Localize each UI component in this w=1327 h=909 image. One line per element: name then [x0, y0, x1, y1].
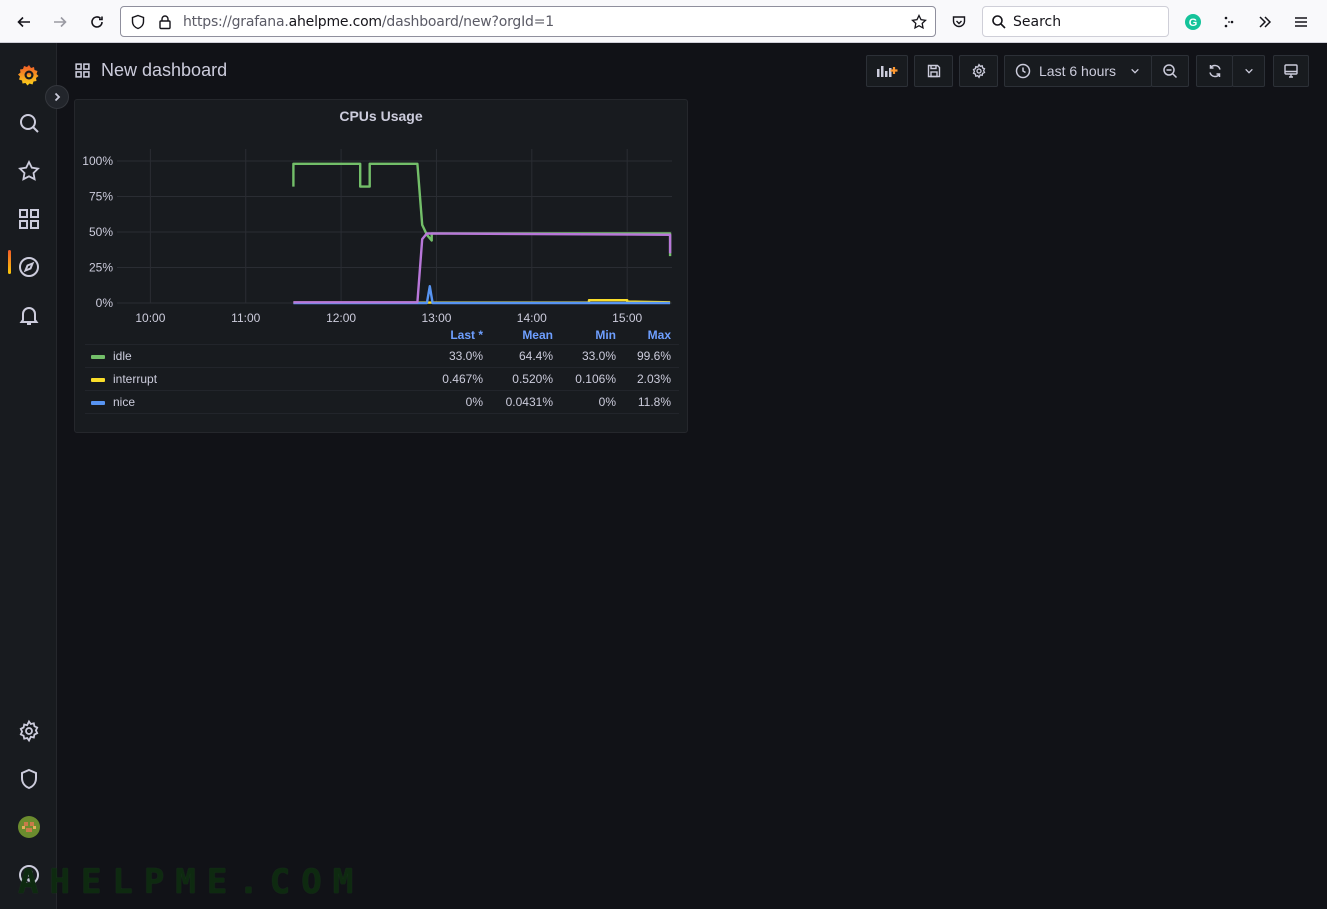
- y-tick-label: 25%: [89, 261, 113, 275]
- x-tick-label: 11:00: [231, 311, 260, 325]
- legend-row-idle[interactable]: idle 33.0% 64.4% 33.0% 99.6%: [85, 344, 679, 368]
- grammarly-icon[interactable]: G: [1179, 8, 1207, 36]
- legend-value: 33.0%: [448, 349, 483, 363]
- legend-value: 99.6%: [636, 349, 671, 363]
- y-tick-label: 75%: [89, 190, 113, 204]
- pocket-icon[interactable]: [945, 8, 973, 36]
- legend-swatch[interactable]: [91, 355, 105, 359]
- legend-series-name[interactable]: nice: [113, 395, 135, 409]
- chevron-right-icon: [54, 92, 61, 102]
- refresh-button[interactable]: [1196, 55, 1233, 87]
- hamburger-menu-icon[interactable]: [1287, 8, 1315, 36]
- configuration-icon[interactable]: [17, 719, 41, 743]
- legend-series-name[interactable]: idle: [113, 349, 132, 363]
- search-placeholder: Search: [1013, 14, 1062, 30]
- save-icon: [927, 64, 940, 78]
- shield-icon[interactable]: [130, 14, 146, 30]
- view-mode-button[interactable]: [1273, 55, 1309, 87]
- legend-value: 0.467%: [442, 372, 483, 386]
- zoom-out-icon: [1163, 64, 1178, 79]
- add-panel-icon: [877, 66, 898, 77]
- page-title[interactable]: New dashboard: [101, 60, 227, 81]
- x-tick-label: 14:00: [517, 311, 547, 325]
- reload-icon[interactable]: [83, 8, 111, 36]
- alerting-icon[interactable]: [17, 303, 41, 327]
- forward-icon[interactable]: [46, 8, 74, 36]
- dashboards-icon[interactable]: [17, 207, 41, 231]
- expand-menu-button[interactable]: [45, 85, 69, 109]
- y-tick-label: 100%: [82, 154, 113, 168]
- side-menu: [0, 43, 57, 909]
- legend-value: 64.4%: [518, 349, 553, 363]
- refresh-interval-dropdown[interactable]: [1232, 55, 1265, 87]
- gear-icon: [972, 63, 985, 79]
- time-range-label: Last 6 hours: [1039, 63, 1117, 79]
- back-icon[interactable]: [10, 8, 38, 36]
- shield-icon[interactable]: [17, 767, 41, 791]
- refresh-icon: [1208, 64, 1221, 78]
- watermark: AHELPME.COM: [18, 862, 365, 902]
- legend-value: 11.8%: [637, 395, 671, 409]
- time-range-picker[interactable]: Last 6 hours: [1004, 55, 1152, 87]
- address-bar[interactable]: https://grafana.ahelpme.com/dashboard/ne…: [120, 6, 936, 37]
- series-line-idle: [292, 162, 672, 257]
- legend-value: 0.520%: [512, 372, 553, 386]
- legend-swatch[interactable]: [91, 378, 105, 382]
- save-dashboard-button[interactable]: [914, 55, 953, 87]
- x-tick-label: 10:00: [135, 311, 165, 325]
- dashboards-icon: [75, 63, 90, 78]
- add-panel-button[interactable]: [866, 55, 908, 87]
- lock-icon[interactable]: [157, 14, 173, 30]
- y-tick-label: 0%: [96, 296, 114, 310]
- avatar[interactable]: [17, 815, 41, 839]
- search-icon[interactable]: [17, 111, 41, 135]
- overflow-chevron-icon[interactable]: [1251, 8, 1279, 36]
- y-tick-label: 50%: [89, 225, 113, 239]
- legend-header-mean[interactable]: Mean: [483, 328, 553, 342]
- cpu-usage-panel[interactable]: CPUs Usage 0% 25% 50% 75% 100% 10:00 11:00 12:0…: [74, 99, 688, 433]
- active-indicator: [8, 250, 11, 274]
- extension-icon[interactable]: [1215, 8, 1243, 36]
- monitor-icon: [1284, 64, 1298, 78]
- legend-value: 0.0431%: [505, 395, 553, 409]
- grafana-logo-icon[interactable]: [17, 63, 41, 87]
- legend-header-max[interactable]: Max: [601, 328, 671, 342]
- x-tick-label: 15:00: [612, 311, 642, 325]
- legend-header-last[interactable]: Last *: [413, 328, 483, 342]
- dashboard-title-area[interactable]: New dashboard: [74, 60, 227, 81]
- browser-search-input[interactable]: Search: [982, 6, 1169, 37]
- chevron-down-icon: [1131, 68, 1139, 74]
- x-tick-label: 13:00: [421, 311, 451, 325]
- search-icon: [991, 14, 1007, 30]
- legend-row-clipped: [85, 413, 679, 432]
- explore-icon[interactable]: [17, 255, 41, 279]
- timeseries-chart[interactable]: 0% 25% 50% 75% 100% 10:00 11:00 12:00 13:00 14:00…: [75, 100, 687, 325]
- legend-series-name[interactable]: interrupt: [113, 372, 157, 386]
- zoom-out-button[interactable]: [1151, 55, 1189, 87]
- svg-text:G: G: [1189, 17, 1198, 29]
- clock-icon: [1015, 63, 1031, 79]
- url-text: https://grafana.ahelpme.com/dashboard/ne…: [183, 14, 554, 30]
- x-tick-label: 12:00: [326, 311, 356, 325]
- bookmark-star-icon[interactable]: [911, 13, 927, 30]
- legend-swatch[interactable]: [91, 401, 105, 405]
- legend-row-interrupt[interactable]: interrupt 0.467% 0.520% 0.106% 2.03%: [85, 367, 679, 391]
- star-icon[interactable]: [17, 159, 41, 183]
- browser-toolbar: https://grafana.ahelpme.com/dashboard/ne…: [0, 0, 1327, 43]
- chevron-down-icon: [1244, 68, 1253, 74]
- dashboard-settings-button[interactable]: [959, 55, 998, 87]
- legend-row-nice[interactable]: nice 0% 0.0431% 0% 11.8%: [85, 390, 679, 414]
- legend-value: 2.03%: [636, 372, 671, 386]
- legend-value: 0%: [465, 395, 483, 409]
